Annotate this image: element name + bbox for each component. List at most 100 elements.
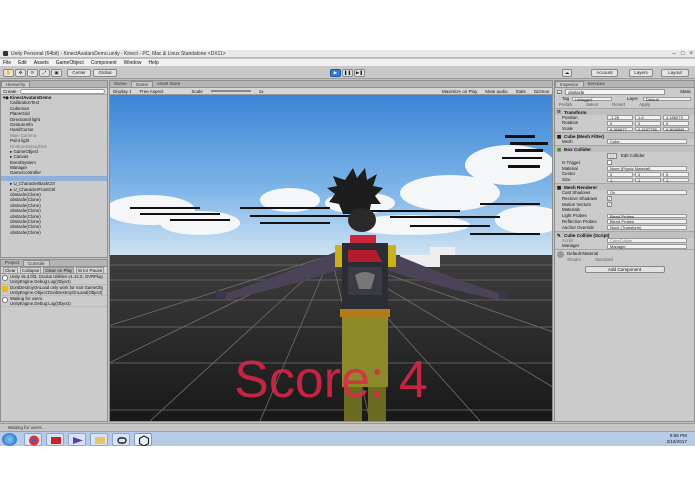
transform-y-field[interactable]: 0.1537755 [635,126,661,132]
rect-tool-button[interactable]: ▣ [51,69,62,77]
add-component-button[interactable]: Add Component [584,265,665,273]
tab-game[interactable]: Game [130,81,154,87]
size-y-field[interactable]: 1 [635,177,661,183]
renderer-dropdown[interactable]: On [607,190,687,196]
error-pause-button[interactable]: Error Pause [76,266,105,274]
menu-edit[interactable]: Edit [18,60,27,66]
step-button[interactable]: ▶❚ [354,69,365,77]
minimize-icon[interactable]: – [673,51,676,57]
transform-y-field[interactable]: 1.6 [635,115,661,120]
tab-services[interactable]: Services [584,81,609,87]
transform-x-field[interactable]: 0.360677 [607,126,633,132]
system-clock[interactable]: 9:56 PM 2/16/2017 [667,433,687,445]
file-explorer-icon[interactable] [90,433,108,446]
script-field[interactable]: CubeCollide [607,238,687,243]
menu-gameobject[interactable]: GameObject [56,60,84,66]
menu-assets[interactable]: Assets [34,60,49,66]
maximize-icon[interactable]: □ [681,51,685,57]
transform-x-field[interactable]: 0 [607,120,633,126]
mesh-renderer-header[interactable]: ▩ Mesh Renderer [555,182,694,190]
tab-console[interactable]: Console [23,260,50,266]
pivot-global-button[interactable]: Global [93,69,117,77]
mesh-field[interactable]: Cube [607,139,687,145]
transform-header[interactable]: ⤧ Transform [555,107,694,115]
scale-tool-button[interactable]: ⤢ [39,69,50,77]
mute-audio-toggle[interactable]: Mute audio [485,89,507,94]
unity-taskbar-icon[interactable] [134,433,152,446]
tab-scene[interactable]: Scene [110,81,131,87]
transform-y-field[interactable]: 0 [635,120,661,126]
active-checkbox[interactable]: ✓ [557,89,562,95]
info-icon [2,297,8,303]
hierarchy-search-input[interactable] [19,88,105,94]
menu-component[interactable]: Component [91,60,117,66]
menu-help[interactable]: Help [148,60,158,66]
create-dropdown[interactable]: Create [3,89,17,94]
rotate-tool-button[interactable]: ⟳ [27,69,38,77]
is-trigger-checkbox[interactable] [607,160,612,165]
layers-dropdown[interactable]: Layers [629,69,653,77]
shader-value[interactable]: Standard [595,257,613,263]
stats-toggle[interactable]: Stats [515,89,525,94]
renderer-dropdown[interactable]: Blend Probes [607,219,687,225]
scale-slider[interactable] [210,90,251,92]
static-toggle[interactable]: Static [680,88,691,96]
display-dropdown[interactable]: Display 1 [113,89,132,94]
hand-tool-button[interactable]: ✋ [3,69,14,77]
move-tool-button[interactable]: ✥ [15,69,26,77]
object-name-field[interactable]: obstacle [565,89,665,95]
layer-dropdown[interactable]: Default [643,96,691,102]
transform-z-field[interactable]: 0.3040861 [663,126,689,132]
close-icon[interactable]: × [689,51,693,57]
console-log-entry[interactable]: Waiting for users. UnityEngine.Debug:Log(… [1,296,107,307]
tab-asset-store[interactable]: Asset Store [153,81,184,87]
layout-dropdown[interactable]: Layout [661,69,689,77]
app-icon-red[interactable] [46,433,64,446]
renderer-checkbox[interactable]: ✓ [607,202,612,207]
chrome-icon[interactable] [24,433,42,446]
transform-z-field[interactable]: 4.186073 [663,115,689,120]
mesh-filter-header[interactable]: ▦ Cube (Mesh Filter) [555,131,694,139]
transform-x-field[interactable]: -1.26 [607,115,633,120]
material-field[interactable]: None (Physic Material) [607,166,687,171]
tab-project[interactable]: Project [1,260,23,266]
windows-taskbar: 9:56 PM 2/16/2017 [0,431,695,446]
renderer-checkbox[interactable]: ✓ [607,196,612,201]
menu-window[interactable]: Window [124,60,142,66]
renderer-dropdown[interactable]: Blend Probes [607,213,687,219]
play-button[interactable]: ▶ [330,69,341,77]
console-log-entry[interactable]: DontDestroyOnLoad only work for root Gam… [1,285,107,296]
edit-collider-button[interactable]: ⬚ [607,152,617,159]
pivot-center-button[interactable]: Center [67,69,91,77]
tab-hierarchy[interactable]: Hierarchy [1,81,31,87]
menu-file[interactable]: File [3,60,11,66]
windows-start-icon[interactable] [2,433,17,446]
clear-button[interactable]: Clear [3,266,18,274]
gizmos-toggle[interactable]: Gizmos [534,89,549,94]
tab-inspector[interactable]: Inspector [555,81,584,87]
transform-z-field[interactable]: 0 [663,120,689,126]
cloud-icon[interactable]: ☁ [562,69,572,77]
script-header[interactable]: ✎ Cube Collide (Script) [555,230,694,238]
center-x-field[interactable]: 0 [607,171,633,177]
size-x-field[interactable]: 1 [607,177,633,183]
pause-button[interactable]: ❚❚ [342,69,353,77]
manager-field[interactable]: Manager [607,243,687,249]
oculus-icon[interactable] [112,433,130,446]
hierarchy-item[interactable]: obstacle(Clone) [1,230,107,235]
center-y-field[interactable]: 0 [635,171,661,177]
collapse-button[interactable]: Collapse [19,266,42,274]
maximize-on-play-toggle[interactable]: Maximize on Play [442,89,477,94]
renderer-dropdown[interactable]: None (Transform) [607,225,687,231]
box-collider-header[interactable]: ▣ Box Collider [555,144,694,152]
mesh-label: Mesh [562,138,573,144]
account-dropdown[interactable]: Account [591,69,618,77]
game-viewport[interactable]: Score: 4 [110,95,552,421]
tag-dropdown[interactable]: Untagged [572,96,612,102]
size-z-field[interactable]: 1 [663,177,689,183]
console-log-entry[interactable]: Unity v5.4.0f3, Oculus Utilities v1.12.0… [1,274,107,285]
visual-studio-icon[interactable] [68,433,86,446]
aspect-dropdown[interactable]: Free Aspect [140,89,164,94]
center-z-field[interactable]: 0 [663,171,689,177]
clear-on-play-button[interactable]: Clear on Play [43,266,75,274]
